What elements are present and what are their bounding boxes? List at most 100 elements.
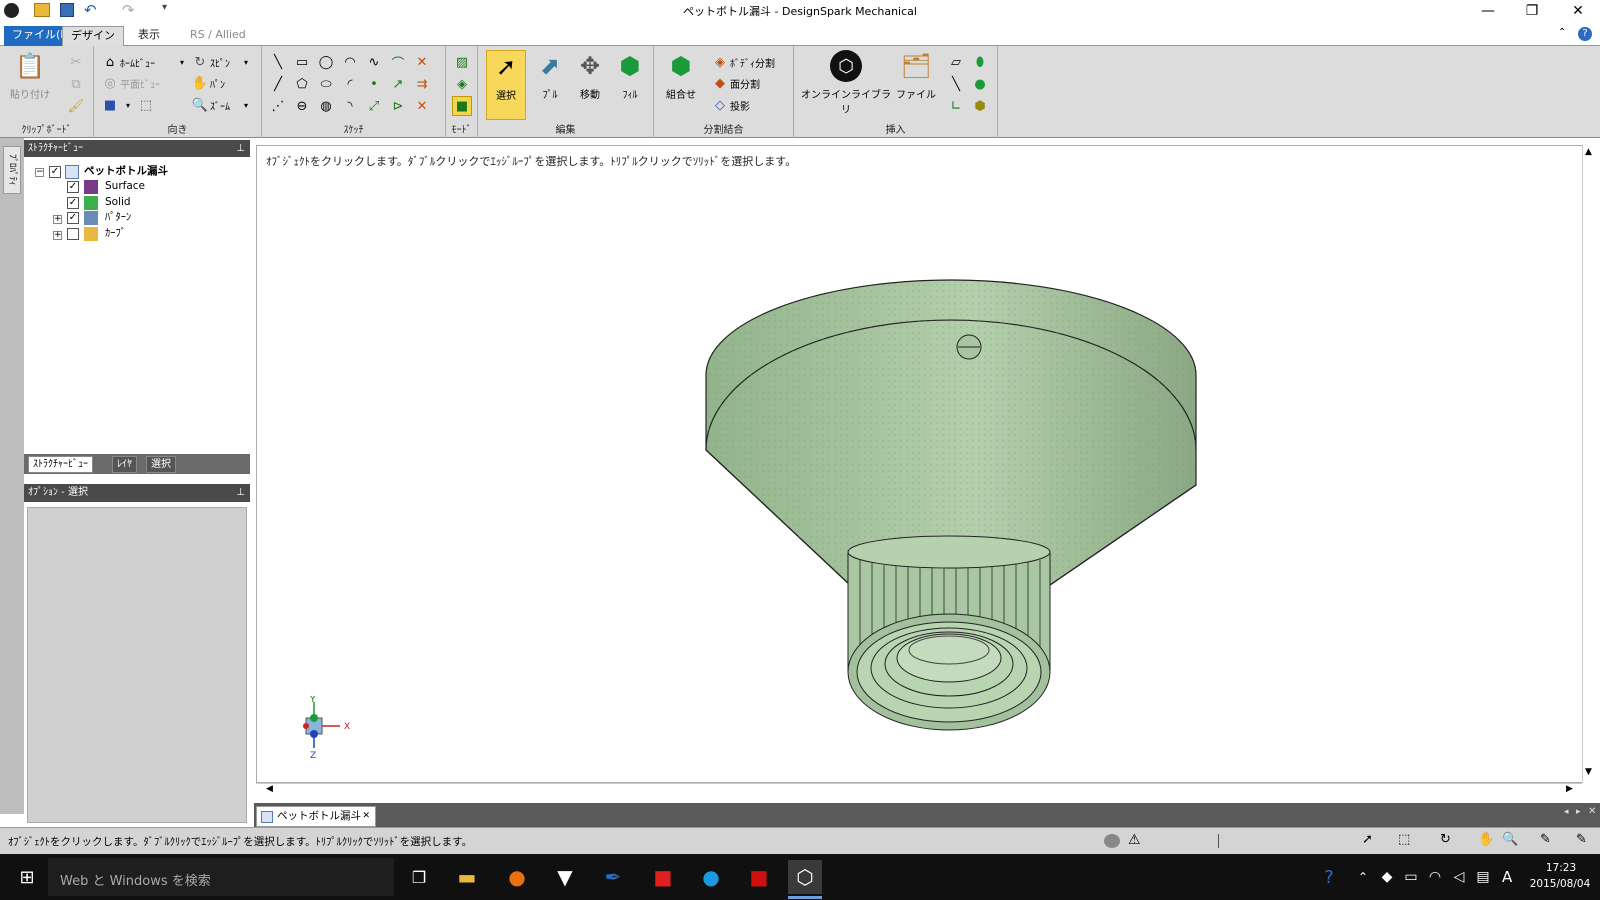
firefox-icon[interactable]: ● [500, 860, 534, 894]
taskbar-time[interactable]: 17:23 [1536, 862, 1586, 874]
plane-view-icon[interactable]: ◎ [102, 75, 118, 91]
minimize-button[interactable]: — [1466, 0, 1510, 22]
face-curve-icon[interactable]: ◍ [318, 98, 334, 114]
combine-button[interactable]: ⬢ 組合せ [658, 50, 704, 101]
properties-side-tab[interactable]: ﾌﾟﾛﾊﾟﾃｨ [3, 146, 21, 194]
status-select-tool-icon[interactable]: ➚ [1362, 832, 1373, 847]
tab-design[interactable]: デザイン [62, 26, 124, 46]
pull-tool-button[interactable]: ⬈ ﾌﾟﾙ [530, 50, 570, 101]
scroll-down-arrow-icon[interactable]: ▼ [1585, 767, 1592, 777]
task-view-icon[interactable]: ❐ [402, 860, 436, 894]
zoom-label[interactable]: ｽﾞｰﾑ [210, 98, 230, 113]
tree-checkbox-root[interactable]: ✓ [49, 166, 61, 178]
cut-icon[interactable]: ✂ [68, 54, 84, 70]
split-body-label[interactable]: ﾎﾞﾃﾞｨ分割 [730, 55, 775, 70]
split-face-label[interactable]: 面分割 [730, 76, 760, 91]
status-zoom-icon[interactable]: 🔍 [1502, 832, 1518, 847]
close-button[interactable]: ✕ [1556, 0, 1600, 22]
document-close-icon[interactable]: ✕ [362, 807, 370, 826]
horizontal-scrollbar[interactable]: ◀ ▶ [256, 783, 1582, 797]
collapse-ribbon-icon[interactable]: ⌃ [1558, 27, 1566, 38]
shell-insert-icon[interactable]: ⬢ [972, 98, 988, 114]
bend-tool-icon[interactable]: ⤢ [366, 98, 382, 114]
mirror-tool-icon[interactable]: ⊳ [390, 98, 406, 114]
tree-checkbox-surface[interactable]: ✓ [67, 181, 79, 193]
document-tab[interactable]: ペットボトル漏斗 ✕ [256, 806, 376, 827]
tree-collapse-toggle[interactable]: − [35, 168, 44, 177]
split-body-icon[interactable]: ◈ [712, 54, 728, 70]
tab-scroll-right-icon[interactable]: ▸ [1576, 807, 1581, 817]
skype-icon[interactable]: ● [694, 860, 728, 894]
restore-button[interactable]: ❐ [1510, 0, 1554, 22]
scroll-left-arrow-icon[interactable]: ◀ [266, 784, 273, 794]
tab-selection[interactable]: 選択 [146, 456, 176, 473]
line-tool-icon[interactable]: ╲ [270, 54, 286, 70]
status-box-select-icon[interactable]: ⬚ [1398, 832, 1410, 847]
acrobat-icon[interactable]: ■ [646, 860, 680, 894]
tab-close-all-icon[interactable]: ✕ [1588, 806, 1596, 817]
help-icon[interactable]: ? [1578, 27, 1592, 41]
tangent-line-icon[interactable]: ╱ [270, 76, 286, 92]
zoom-icon[interactable]: 🔍 [192, 97, 208, 113]
circle-tool-icon[interactable]: ◯ [318, 54, 334, 70]
tree-item-surface[interactable]: Surface [105, 178, 145, 194]
fill-tool-button[interactable]: ⬢ ﾌｨﾙ [610, 50, 650, 101]
file-explorer-icon[interactable]: ▬ [450, 860, 484, 894]
scroll-right-arrow-icon[interactable]: ▶ [1566, 784, 1573, 794]
designspark-taskbar-icon[interactable]: ⬡ [788, 860, 822, 894]
project-label[interactable]: 投影 [730, 98, 750, 113]
slot-tool-icon[interactable]: ⊖ [294, 98, 310, 114]
sweep-arc-icon[interactable]: ◝ [342, 98, 358, 114]
split-face-icon[interactable]: ◆ [712, 75, 728, 91]
status-stop-icon[interactable] [1104, 834, 1120, 848]
status-spin-icon[interactable]: ↻ [1440, 832, 1451, 847]
tree-checkbox-curves[interactable] [67, 228, 79, 240]
insert-file-button[interactable]: 🗂 ファイル [896, 50, 936, 101]
help-notification-icon[interactable]: ? [1312, 860, 1346, 894]
axis-insert-icon[interactable]: ╲ [948, 76, 964, 92]
status-extra-icon[interactable]: ✎ [1576, 832, 1587, 847]
home-view-icon[interactable]: ⌂ [102, 54, 118, 70]
tree-item-root[interactable]: ペットボトル漏斗 [84, 163, 168, 179]
ime-indicator[interactable]: A [1502, 868, 1512, 886]
arc-tool-icon[interactable]: ◠ [342, 54, 358, 70]
status-pan-icon[interactable]: ✋ [1478, 832, 1494, 847]
tree-item-curves[interactable]: ｶｰﾌﾞ [105, 225, 126, 241]
tree-checkbox-pattern[interactable]: ✓ [67, 212, 79, 224]
inkscape-icon[interactable]: ▼ [548, 860, 582, 894]
cross-tool-icon[interactable]: ✕ [414, 98, 430, 114]
options-pin-icon[interactable]: ⊥ [236, 484, 245, 502]
sketch-mode-icon[interactable]: ▨ [454, 54, 470, 70]
tree-expand-toggle-curves[interactable]: + [53, 231, 62, 240]
zoom-dropdown-icon[interactable]: ▾ [238, 97, 254, 113]
sphere-insert-icon[interactable]: ● [972, 76, 988, 92]
plane-insert-icon[interactable]: ▱ [948, 54, 964, 70]
home-view-label[interactable]: ﾎｰﾑﾋﾞｭｰ [120, 55, 155, 70]
status-warning-icon[interactable]: ⚠ [1128, 832, 1141, 848]
cylinder-insert-icon[interactable]: ⬮ [972, 54, 988, 70]
tab-view[interactable]: 表示 [130, 26, 168, 46]
rectangle-tool-icon[interactable]: ▭ [294, 54, 310, 70]
pen-tool-icon[interactable]: ✒ [596, 860, 630, 894]
home-view-dropdown-icon[interactable]: ▾ [174, 54, 190, 70]
taskbar-date[interactable]: 2015/08/04 [1526, 878, 1594, 890]
spline-tool-icon[interactable]: ∿ [366, 54, 382, 70]
tab-scroll-left-icon[interactable]: ◂ [1564, 807, 1569, 817]
view-cube-icon[interactable]: ■ [102, 97, 118, 113]
vertical-scrollbar[interactable]: ▲ ▼ [1582, 145, 1596, 783]
tree-checkbox-solid[interactable]: ✓ [67, 197, 79, 209]
move-tool-button[interactable]: ✥ 移動 [570, 50, 610, 101]
section-mode-icon[interactable]: ◈ [454, 76, 470, 92]
extend-tool-icon[interactable]: ↗ [390, 76, 406, 92]
polygon-tool-icon[interactable]: ⬠ [294, 76, 310, 92]
spin-dropdown-icon[interactable]: ▾ [238, 54, 254, 70]
intersect-tool-icon[interactable]: ✕ [414, 54, 430, 70]
paste-button[interactable]: 📋 貼り付け [8, 50, 52, 101]
tree-expand-toggle-pattern[interactable]: + [53, 215, 62, 224]
tab-structure-view[interactable]: ｽﾄﾗｸﾁｬｰﾋﾞｭｰ [28, 456, 93, 473]
trim-tool-icon[interactable]: ⌒ [390, 54, 406, 72]
point-tool-icon[interactable]: • [366, 76, 382, 92]
select-tool-button[interactable]: ➚ 選択 [486, 50, 526, 120]
solid-mode-icon[interactable]: ■ [452, 96, 472, 116]
pan-icon[interactable]: ✋ [192, 75, 208, 91]
